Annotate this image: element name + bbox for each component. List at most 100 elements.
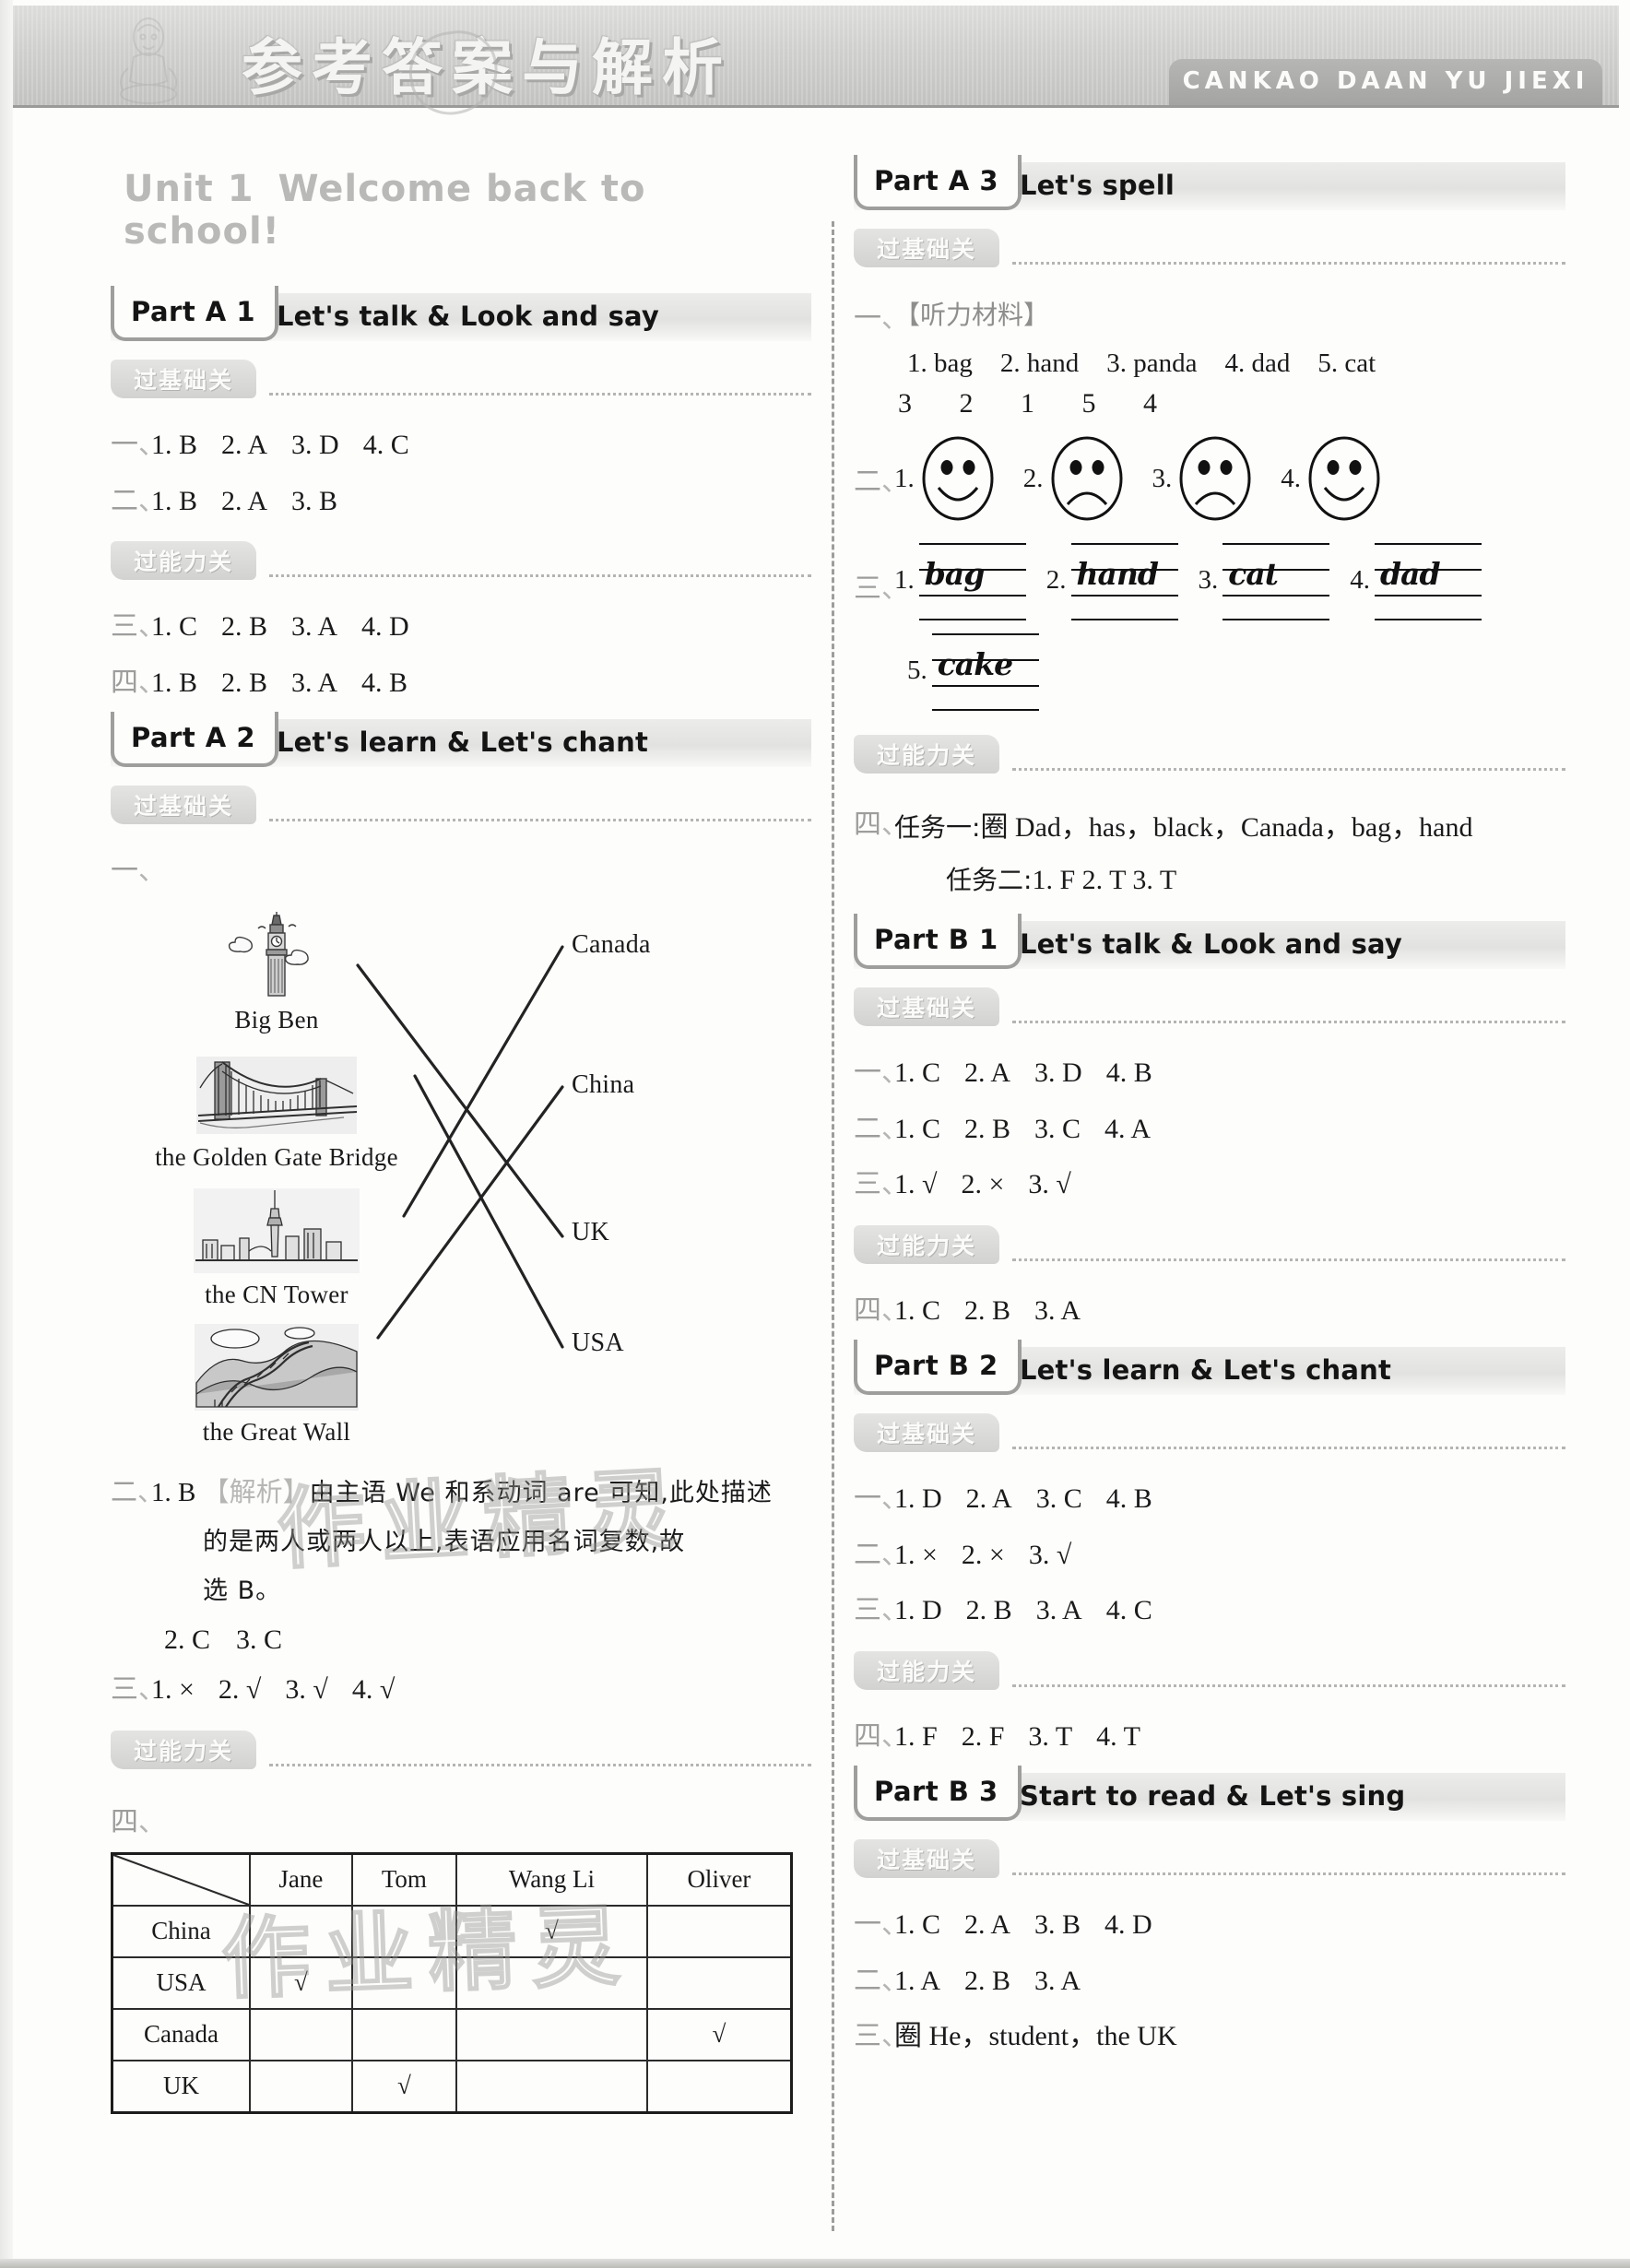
answer-item: 2. B — [221, 667, 268, 698]
answer-item: 3. A — [291, 667, 338, 698]
answer-item: 3. C — [1035, 1483, 1082, 1514]
answer-body: 1. × 2. × 3. √ — [894, 1534, 1565, 1577]
face-label: 3. — [1152, 463, 1173, 493]
answer-item: 4. B — [1105, 1057, 1152, 1088]
table-col-header: Oliver — [645, 1852, 793, 1907]
table-cell — [249, 2059, 353, 2114]
answer-body: 1. C 2. A 3. D 4. B — [894, 1052, 1565, 1095]
happy-face-icon — [1308, 436, 1380, 521]
part-tag-label: Part B 1 — [874, 924, 998, 955]
answer-body: 1. B 2. A 3. B — [151, 480, 811, 524]
four-line-grid: cake — [931, 632, 1039, 711]
dotted-rule — [1012, 1447, 1565, 1449]
section-header-part-b2[interactable]: Part B 2 Let's learn & Let's chant — [854, 1340, 1565, 1395]
answer-number: 三 — [854, 1164, 894, 1207]
right-column: Part A 3 Let's spell 过基础关 一 【听力材料】 1. ba… — [854, 148, 1565, 2072]
answer-row: 一 1. B 2. A 3. D 4. C — [111, 424, 811, 467]
answer-item: 1. B — [151, 667, 198, 698]
answer-number: 一 — [111, 850, 151, 893]
part-tag-label: Part A 1 — [131, 296, 256, 327]
answer-row: 三 1. C 2. B 3. A 4. D — [111, 606, 811, 649]
listening-material-tag: 【听力材料】 — [894, 300, 1050, 330]
level-badge-ability-b1: 过能力关 — [854, 1224, 1565, 1277]
answer-item: 3. D — [291, 430, 339, 460]
task-value: 圈 Dad，has，black，Canada，bag，hand — [980, 812, 1473, 843]
table-row: USA √ — [111, 1955, 793, 2010]
level-badge-label: 过基础关 — [133, 793, 233, 820]
face-item: 3. — [1152, 434, 1254, 523]
answer-number: 四 — [854, 801, 894, 906]
table-cell — [350, 1955, 457, 2010]
section-header-part-b1[interactable]: Part B 1 Let's talk & Look and say — [854, 914, 1565, 969]
answer-row: 三 1. × 2. √ 3. √ 4. √ — [111, 1669, 811, 1712]
handwriting-answer-row: 三 1. bag 2. hand 3. cat — [854, 541, 1565, 626]
answer-item: 1. F — [894, 1720, 938, 1752]
part-tag: Part A 2 — [111, 712, 278, 767]
section-header-part-a1[interactable]: Part A 1 Let's talk & Look and say — [111, 286, 811, 341]
section-header-part-a2[interactable]: Part A 2 Let's learn & Let's chant — [111, 712, 811, 767]
answer-item: 2. B — [964, 1113, 1011, 1144]
answer-body: 1. D 2. A 3. C 4. B — [894, 1478, 1565, 1521]
answer-item: 1. C — [151, 611, 198, 642]
answer-row: 四 1. F 2. F 3. T 4. T — [854, 1716, 1565, 1759]
answer-number: 三 — [854, 541, 894, 606]
task-answer-block: 四 任务一:圈 Dad，has，black，Canada，bag，hand 任务… — [854, 801, 1565, 906]
table-corner-cell — [111, 1852, 251, 1907]
task-label: 任务一: — [894, 812, 981, 843]
task-line: 任务二:1. F 2. T 3. T — [946, 854, 1565, 906]
dotted-rule — [1012, 1021, 1565, 1023]
answer-item: 2. × — [961, 1169, 1005, 1199]
table-row-header: UK — [111, 2059, 251, 2114]
task-body: 任务一:圈 Dad，has，black，Canada，bag，hand 任务二:… — [894, 801, 1565, 906]
table-row: UK √ — [111, 2059, 793, 2114]
level-badge-ability-a2: 过能力关 — [111, 1730, 811, 1782]
answer-body: 1. C 2. A 3. B 4. D — [894, 1904, 1565, 1947]
answer-number: 一 — [854, 1052, 894, 1095]
answer-row: 四 1. C 2. B 3. A — [854, 1290, 1565, 1333]
answer-item: 3. T — [1028, 1720, 1073, 1752]
banner-pinyin-tab: CANKAO DAAN YU JIEXI — [1169, 59, 1602, 105]
answer-number: 一 — [854, 1478, 894, 1521]
table-row-header: USA — [111, 1955, 251, 2010]
dotted-rule — [269, 819, 811, 821]
section-header-part-b3[interactable]: Part B 3 Start to read & Let's sing — [854, 1766, 1565, 1821]
answer-number: 四 — [854, 1290, 894, 1333]
table-cell-tick: √ — [645, 2007, 793, 2061]
level-badge-basic-a2: 过基础关 — [111, 786, 811, 837]
answer-item: 4. T — [1096, 1720, 1140, 1752]
table-cell — [645, 1904, 793, 1958]
level-badge-ability-a1: 过能力关 — [111, 541, 811, 593]
answer-row: 四 — [111, 1799, 811, 1839]
four-line-grid: hand — [1070, 541, 1178, 620]
answer-item: 2. A — [964, 1057, 1011, 1088]
table-header-row: Jane Tom Wang Li Oliver — [111, 1852, 793, 1907]
face-item: 4. — [1281, 434, 1382, 523]
answer-item: 2. B — [964, 1294, 1011, 1326]
page-edge-left — [0, 0, 13, 2268]
section-header-part-a3[interactable]: Part A 3 Let's spell — [854, 155, 1565, 210]
list-item: 1. bag — [907, 348, 973, 378]
table-cell — [249, 1904, 353, 1958]
table-cell-tick: √ — [455, 1904, 648, 1958]
answer-item: 4. C — [362, 430, 409, 460]
part-tag-label: Part B 3 — [874, 1776, 998, 1807]
answer-item: 3. B — [1034, 1909, 1081, 1940]
answer-item: 1. A — [894, 1965, 941, 1996]
handwriting-item: 5. cake — [907, 632, 1039, 711]
face-item: 1. — [894, 434, 996, 523]
answer-item: 2. A — [965, 1483, 1012, 1514]
answer-body: 1. A 2. B 3. A — [894, 1960, 1565, 2003]
part-tag: Part A 1 — [111, 286, 278, 341]
list-item: 4. dad — [1224, 348, 1291, 378]
handwriting-item: 4. dad — [1350, 541, 1482, 620]
answer-item: 1. D — [894, 1595, 942, 1625]
answer-body: 圈 He，student，the UK — [894, 2021, 1177, 2051]
sad-face-icon — [1179, 436, 1251, 521]
answer-number: 四 — [111, 1799, 151, 1839]
dotted-rule — [269, 393, 811, 396]
answer-item: 1. B — [151, 485, 198, 516]
table-cell — [455, 2007, 648, 2061]
answer-row: 一 1. C 2. A 3. D 4. B — [854, 1052, 1565, 1095]
level-badge-label: 过基础关 — [876, 995, 976, 1022]
answer-item: 2. B — [221, 611, 268, 642]
